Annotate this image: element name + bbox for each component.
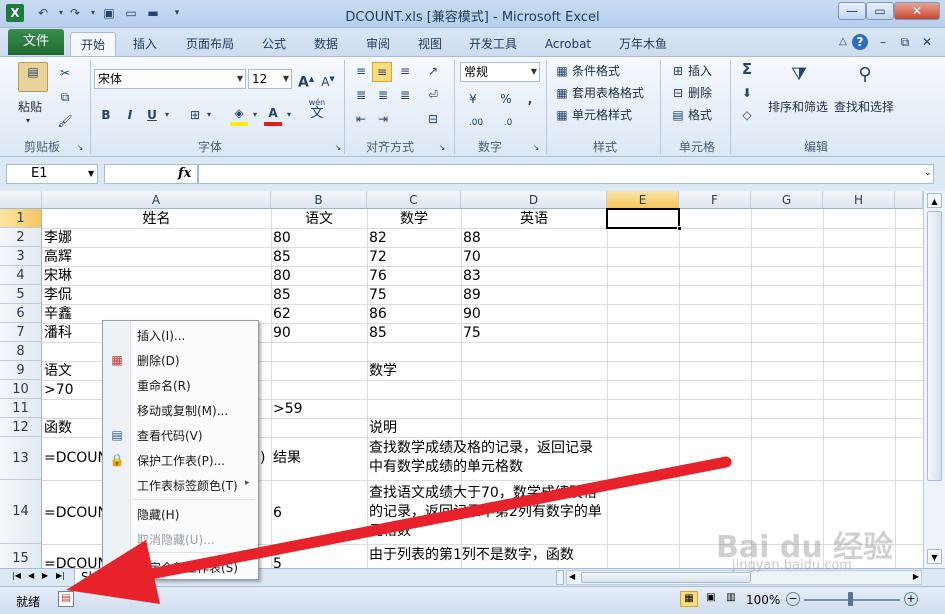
red-arrow-annotation bbox=[66, 456, 732, 604]
arrow-head bbox=[66, 540, 160, 604]
arrow-shaft bbox=[124, 456, 732, 584]
